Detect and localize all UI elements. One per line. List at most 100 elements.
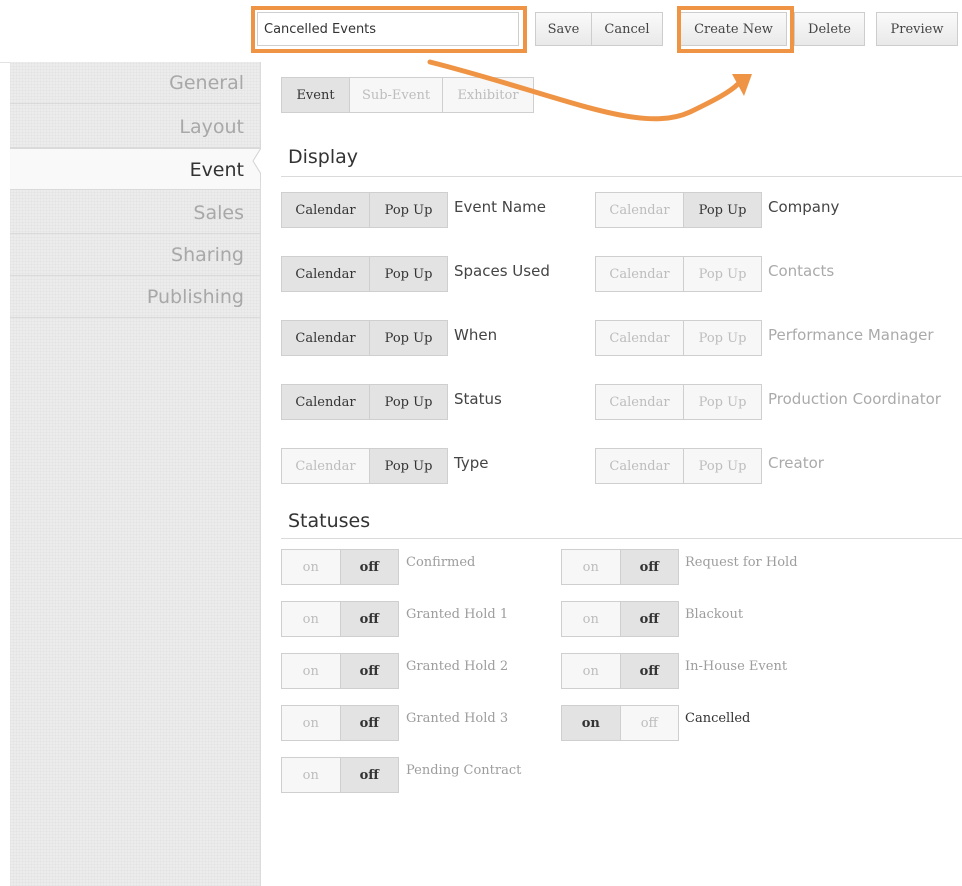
on-option[interactable]: on bbox=[562, 706, 621, 740]
sidebar-item-sales[interactable]: Sales bbox=[10, 192, 260, 234]
popup-toggle[interactable]: Pop Up bbox=[370, 193, 447, 227]
cancel-button[interactable]: Cancel bbox=[592, 12, 663, 46]
popup-toggle[interactable]: Pop Up bbox=[684, 257, 761, 291]
active-item-pointer bbox=[252, 140, 261, 182]
sidebar-item-sharing[interactable]: Sharing bbox=[10, 234, 260, 276]
popup-toggle[interactable]: Pop Up bbox=[684, 193, 761, 227]
status-toggle-cancelled[interactable]: on off bbox=[561, 705, 679, 741]
status-label-blackout: Blackout bbox=[685, 607, 744, 622]
preview-button[interactable]: Preview bbox=[876, 12, 958, 46]
on-option[interactable]: on bbox=[282, 550, 341, 584]
tab-group: Event Sub-Event Exhibitor bbox=[281, 77, 534, 113]
status-toggle-granted-hold-2[interactable]: on off bbox=[281, 653, 399, 689]
on-option[interactable]: on bbox=[282, 602, 341, 636]
display-label-type: Type bbox=[454, 454, 489, 472]
sidebar-item-event[interactable]: Event bbox=[10, 148, 260, 190]
calendar-toggle[interactable]: Calendar bbox=[596, 385, 684, 419]
display-label-when: When bbox=[454, 326, 498, 344]
off-option[interactable]: off bbox=[620, 654, 678, 688]
display-toggle-company: Calendar Pop Up bbox=[595, 192, 762, 228]
status-toggle-granted-hold-1[interactable]: on off bbox=[281, 601, 399, 637]
sidebar-item-publishing[interactable]: Publishing bbox=[10, 276, 260, 318]
on-option[interactable]: on bbox=[562, 550, 621, 584]
display-toggle-creator: Calendar Pop Up bbox=[595, 448, 762, 484]
tab-sub-event[interactable]: Sub-Event bbox=[350, 78, 443, 112]
off-option[interactable]: off bbox=[340, 758, 398, 792]
calendar-toggle[interactable]: Calendar bbox=[282, 321, 370, 355]
display-toggle-type: Calendar Pop Up bbox=[281, 448, 448, 484]
name-input[interactable] bbox=[257, 12, 519, 46]
popup-toggle[interactable]: Pop Up bbox=[370, 257, 447, 291]
display-toggle-spaces-used: Calendar Pop Up bbox=[281, 256, 448, 292]
on-option[interactable]: on bbox=[562, 654, 621, 688]
popup-toggle[interactable]: Pop Up bbox=[684, 321, 761, 355]
display-label-company: Company bbox=[768, 198, 840, 216]
display-toggle-when: Calendar Pop Up bbox=[281, 320, 448, 356]
status-toggle-pending-contract[interactable]: on off bbox=[281, 757, 399, 793]
status-label-in-house-event: In-House Event bbox=[685, 659, 788, 674]
off-option[interactable]: off bbox=[340, 602, 398, 636]
statuses-title: Statuses bbox=[288, 510, 371, 532]
delete-button[interactable]: Delete bbox=[794, 12, 865, 46]
create-new-button[interactable]: Create New bbox=[680, 12, 787, 46]
off-option[interactable]: off bbox=[340, 706, 398, 740]
display-toggle-status: Calendar Pop Up bbox=[281, 384, 448, 420]
display-toggle-production-coordinator: Calendar Pop Up bbox=[595, 384, 762, 420]
sidebar: General Layout Event Sales Sharing Publishing bbox=[10, 62, 261, 886]
calendar-toggle[interactable]: Calendar bbox=[282, 257, 370, 291]
display-label-spaces-used: Spaces Used bbox=[454, 262, 550, 280]
status-toggle-granted-hold-3[interactable]: on off bbox=[281, 705, 399, 741]
display-label-creator: Creator bbox=[768, 454, 824, 472]
tab-event[interactable]: Event bbox=[282, 78, 350, 112]
off-option[interactable]: off bbox=[620, 602, 678, 636]
status-toggle-blackout[interactable]: on off bbox=[561, 601, 679, 637]
on-option[interactable]: on bbox=[282, 654, 341, 688]
sidebar-item-general[interactable]: General bbox=[10, 62, 260, 104]
calendar-toggle[interactable]: Calendar bbox=[596, 257, 684, 291]
off-option[interactable]: off bbox=[340, 654, 398, 688]
popup-toggle[interactable]: Pop Up bbox=[684, 449, 761, 483]
save-button[interactable]: Save bbox=[535, 12, 592, 46]
display-label-event-name: Event Name bbox=[454, 198, 546, 216]
display-label-performance-manager: Performance Manager bbox=[768, 326, 934, 344]
off-option[interactable]: off bbox=[340, 550, 398, 584]
calendar-toggle[interactable]: Calendar bbox=[282, 385, 370, 419]
status-label-granted-hold-3: Granted Hold 3 bbox=[406, 711, 509, 726]
display-toggle-contacts: Calendar Pop Up bbox=[595, 256, 762, 292]
display-title: Display bbox=[288, 146, 359, 168]
sidebar-item-layout[interactable]: Layout bbox=[10, 106, 260, 148]
popup-toggle[interactable]: Pop Up bbox=[370, 449, 447, 483]
main-panel: Event Sub-Event Exhibitor Display Calendar… bbox=[261, 62, 962, 886]
calendar-toggle[interactable]: Calendar bbox=[596, 321, 684, 355]
display-label-contacts: Contacts bbox=[768, 262, 835, 280]
on-option[interactable]: on bbox=[562, 602, 621, 636]
statuses-divider bbox=[281, 538, 962, 539]
calendar-toggle[interactable]: Calendar bbox=[596, 449, 684, 483]
display-divider bbox=[281, 176, 962, 177]
calendar-toggle[interactable]: Calendar bbox=[596, 193, 684, 227]
popup-toggle[interactable]: Pop Up bbox=[684, 385, 761, 419]
status-label-granted-hold-2: Granted Hold 2 bbox=[406, 659, 509, 674]
display-toggle-event-name: Calendar Pop Up bbox=[281, 192, 448, 228]
status-label-confirmed: Confirmed bbox=[406, 555, 476, 570]
on-option[interactable]: on bbox=[282, 706, 341, 740]
status-toggle-request-for-hold[interactable]: on off bbox=[561, 549, 679, 585]
popup-toggle[interactable]: Pop Up bbox=[370, 385, 447, 419]
display-label-status: Status bbox=[454, 390, 502, 408]
status-toggle-confirmed[interactable]: on off bbox=[281, 549, 399, 585]
tab-exhibitor[interactable]: Exhibitor bbox=[443, 78, 533, 112]
on-option[interactable]: on bbox=[282, 758, 341, 792]
display-toggle-performance-manager: Calendar Pop Up bbox=[595, 320, 762, 356]
display-label-production-coordinator: Production Coordinator bbox=[768, 390, 941, 408]
status-label-granted-hold-1: Granted Hold 1 bbox=[406, 607, 509, 622]
popup-toggle[interactable]: Pop Up bbox=[370, 321, 447, 355]
off-option[interactable]: off bbox=[620, 550, 678, 584]
status-toggle-in-house-event[interactable]: on off bbox=[561, 653, 679, 689]
calendar-toggle[interactable]: Calendar bbox=[282, 193, 370, 227]
off-option[interactable]: off bbox=[620, 706, 678, 740]
toolbar: Save Cancel Create New Delete Preview bbox=[0, 0, 962, 63]
calendar-toggle[interactable]: Calendar bbox=[282, 449, 370, 483]
status-label-pending-contract: Pending Contract bbox=[406, 763, 522, 778]
status-label-request-for-hold: Request for Hold bbox=[685, 555, 798, 570]
status-label-cancelled: Cancelled bbox=[685, 711, 751, 726]
